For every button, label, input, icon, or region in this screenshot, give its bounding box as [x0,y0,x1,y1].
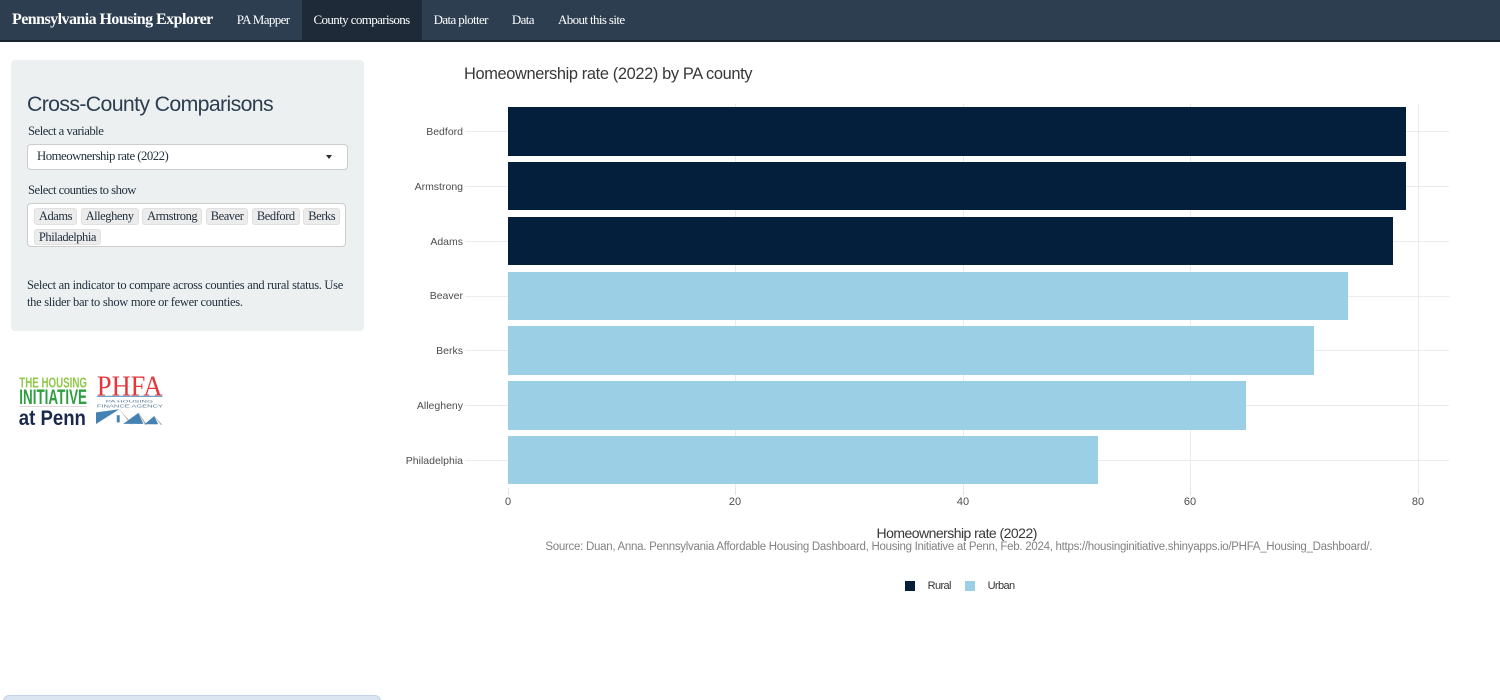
svg-text:FINANCE AGENCY: FINANCE AGENCY [97,403,163,408]
svg-text:PHFA: PHFA [97,374,163,402]
svg-text:PA HOUSING: PA HOUSING [106,399,153,404]
svg-text:at Penn: at Penn [19,406,86,429]
